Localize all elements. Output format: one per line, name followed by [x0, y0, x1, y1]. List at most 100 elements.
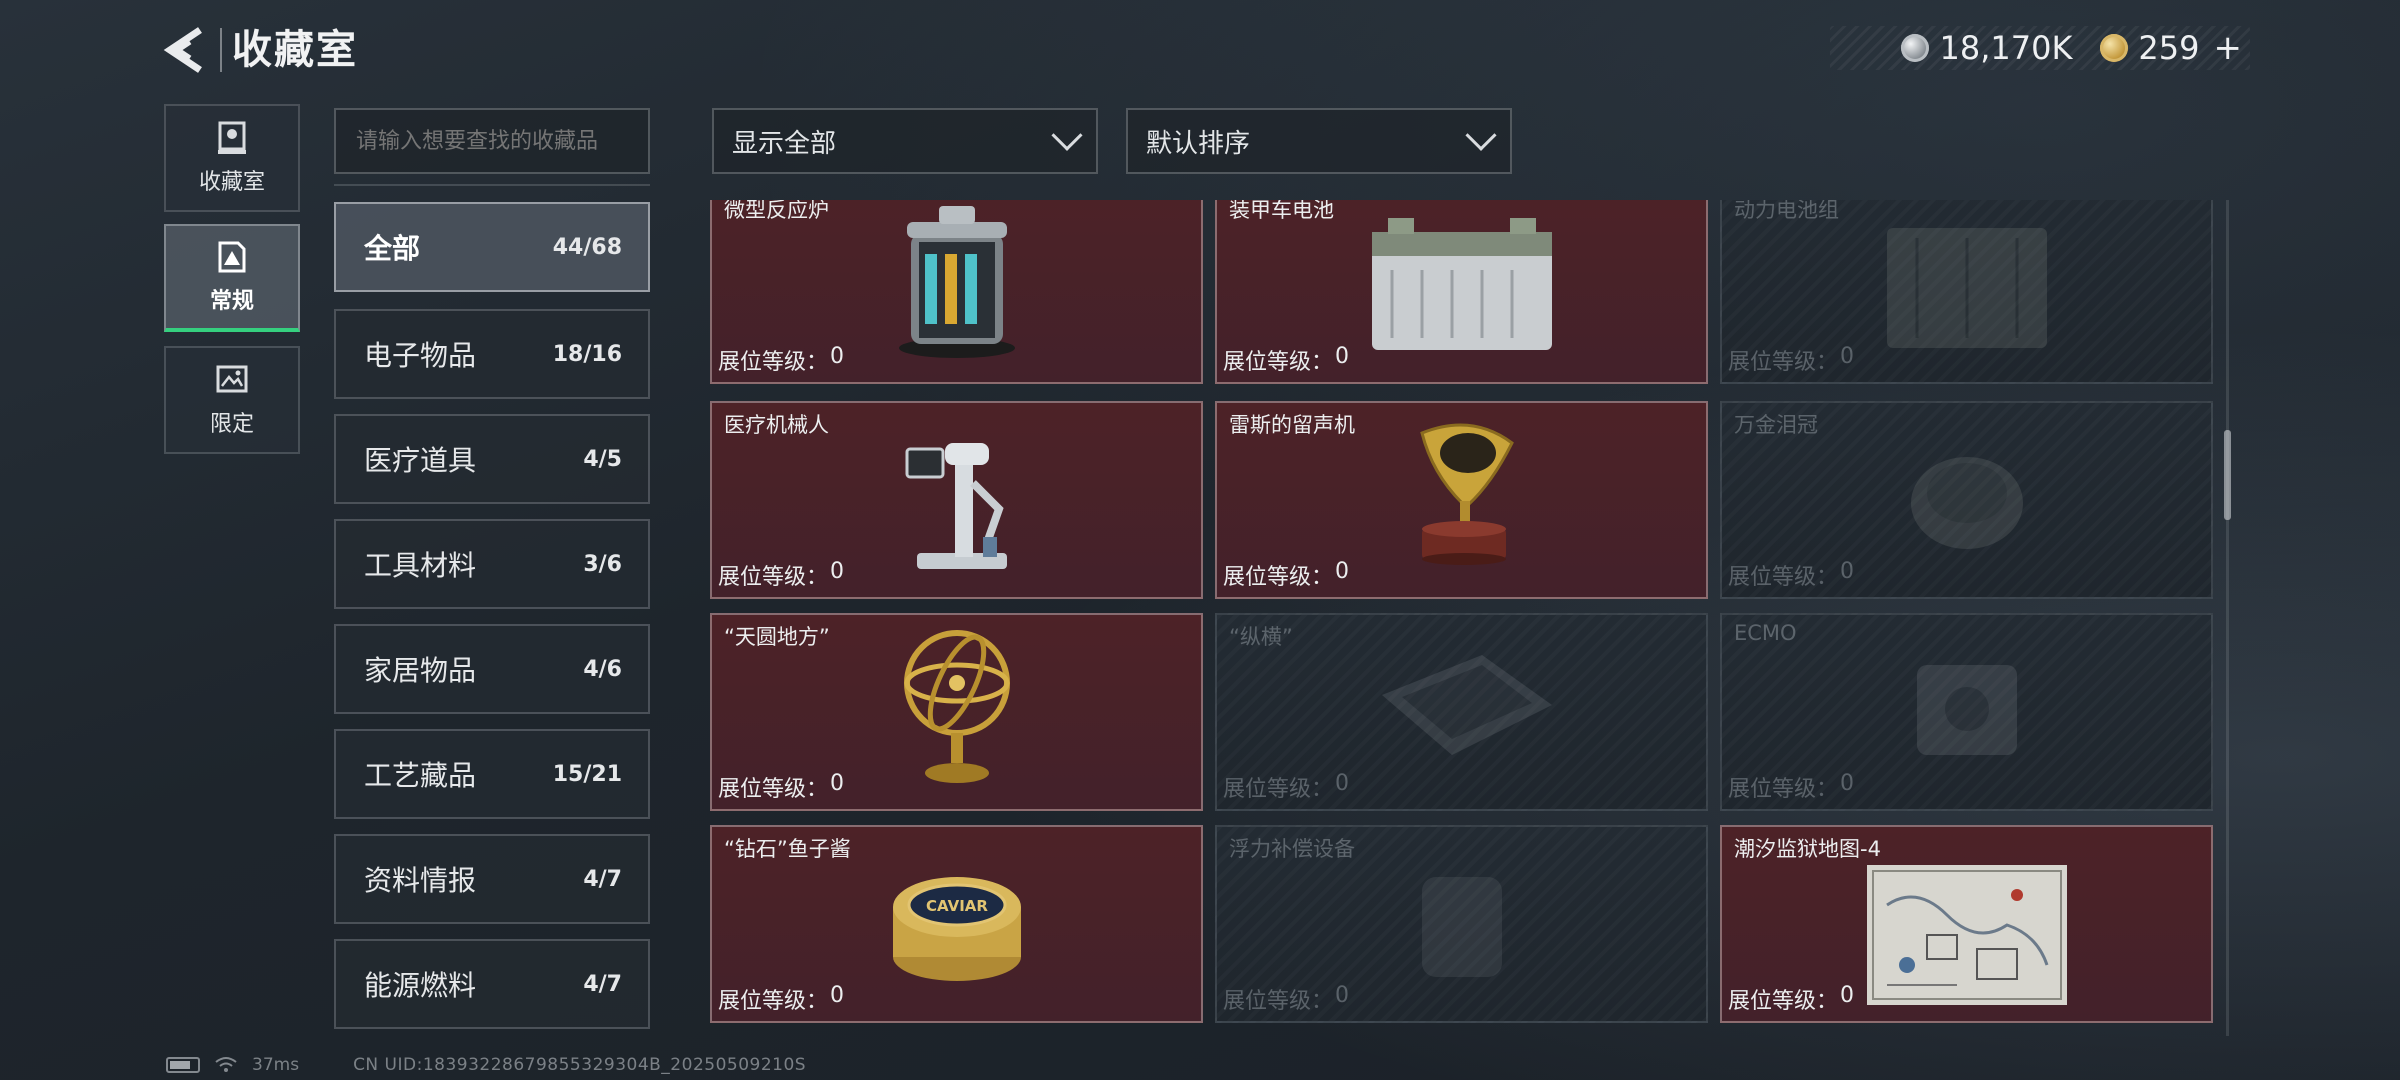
- level-label: 展位等级：: [1728, 350, 1839, 375]
- tab-collection-room[interactable]: 收藏室: [164, 104, 300, 212]
- sort-value: 默认排序: [1146, 128, 1251, 159]
- category-count: 15/21: [552, 761, 622, 787]
- level-label: 展位等级：: [1223, 565, 1334, 590]
- ecmo-machine-icon: [1916, 665, 2017, 755]
- category-count: 4/6: [583, 656, 622, 682]
- collection-card[interactable]: 万金泪冠 展位等级： 0: [1720, 401, 2213, 599]
- collection-card[interactable]: 医疗机械人 展位等级： 0: [710, 401, 1203, 599]
- collection-card[interactable]: ECMO 展位等级： 0: [1720, 613, 2213, 811]
- grid-scrollbar[interactable]: [2224, 430, 2231, 520]
- category-intel[interactable]: 资料情报 4/7: [334, 834, 650, 924]
- category-name: 全部: [364, 232, 421, 265]
- gold-coin-icon: [2100, 34, 2129, 62]
- level-label: 展位等级：: [1728, 989, 1839, 1014]
- currency-bar: 18,170K 259 +: [1830, 26, 2250, 70]
- collection-card[interactable]: 微型反应炉 展位等级： 0: [710, 200, 1203, 384]
- sort-dropdown[interactable]: 默认排序: [1126, 108, 1512, 174]
- item-title: 微型反应炉: [724, 200, 829, 222]
- level-label: 展位等级：: [1728, 565, 1839, 590]
- add-currency-button[interactable]: +: [2214, 28, 2243, 68]
- wifi-icon: [215, 1057, 237, 1072]
- power-battery-pack-icon: [1886, 228, 2047, 348]
- level-value: 0: [830, 344, 845, 369]
- warning-card-icon: [218, 241, 246, 273]
- level-row: 展位等级： 0: [1223, 983, 1349, 1015]
- level-value: 0: [1840, 983, 1855, 1008]
- level-label: 展位等级：: [1223, 777, 1334, 802]
- item-title: 万金泪冠: [1734, 413, 1818, 437]
- item-title: “钻石”鱼子酱: [724, 837, 851, 861]
- category-divider: [334, 184, 650, 186]
- buoyancy-device-icon: [1421, 877, 1502, 977]
- category-household[interactable]: 家居物品 4/6: [334, 624, 650, 714]
- item-title: “天圆地方”: [724, 625, 830, 649]
- collection-card[interactable]: 动力电池组 展位等级： 0: [1720, 200, 2213, 384]
- display-filter-dropdown[interactable]: 显示全部: [712, 108, 1098, 174]
- ping-value: 37ms: [252, 1055, 300, 1075]
- level-value: 0: [1840, 559, 1855, 584]
- category-electronics[interactable]: 电子物品 18/16: [334, 309, 650, 399]
- item-title: 动力电池组: [1734, 200, 1839, 222]
- category-tools[interactable]: 工具材料 3/6: [334, 519, 650, 609]
- prison-map-icon: [1866, 865, 2067, 1005]
- category-name: 医疗道具: [364, 444, 477, 477]
- trophy-case-icon: [218, 121, 246, 154]
- tab-label: 限定: [209, 412, 254, 437]
- collection-card[interactable]: CAVIAR “钻石”鱼子酱 展位等级： 0: [710, 825, 1203, 1023]
- gramophone-icon: [1419, 423, 1514, 565]
- item-title: 装甲车电池: [1229, 200, 1334, 222]
- battery-icon: [166, 1057, 200, 1073]
- tab-limited[interactable]: 限定: [164, 346, 300, 454]
- category-count: 3/6: [583, 551, 622, 577]
- category-name: 电子物品: [364, 339, 477, 372]
- category-medical[interactable]: 医疗道具 4/5: [334, 414, 650, 504]
- category-count: 18/16: [552, 341, 622, 367]
- chevron-down-icon: [1051, 119, 1083, 151]
- caviar-label: CAVIAR: [926, 897, 988, 915]
- level-label: 展位等级：: [1223, 989, 1334, 1014]
- armillary-sphere-icon: [903, 630, 1010, 783]
- category-name: 工具材料: [364, 549, 477, 582]
- level-value: 0: [1335, 771, 1350, 796]
- collection-card[interactable]: 浮力补偿设备 展位等级： 0: [1215, 825, 1708, 1023]
- collection-card[interactable]: 潮汐监狱地图-4 展位等级： 0: [1720, 825, 2213, 1023]
- item-title: 雷斯的留声机: [1229, 413, 1355, 437]
- tab-label: 收藏室: [198, 170, 265, 195]
- chevron-down-icon: [1465, 119, 1497, 151]
- category-count: 4/5: [583, 446, 622, 472]
- collection-card[interactable]: “纵横” 展位等级： 0: [1215, 613, 1708, 811]
- back-arrow-icon: [163, 27, 202, 73]
- display-filter-value: 显示全部: [732, 128, 837, 159]
- level-label: 展位等级：: [1728, 777, 1839, 802]
- collection-card[interactable]: 装甲车电池 展位等级： 0: [1215, 200, 1708, 384]
- level-value: 0: [1335, 344, 1350, 369]
- micro-reactor-icon: [898, 206, 1015, 358]
- level-value: 0: [1840, 344, 1855, 369]
- silver-currency-value: 18,170K: [1939, 29, 2073, 67]
- level-value: 0: [830, 983, 845, 1008]
- back-button[interactable]: [160, 22, 208, 78]
- category-energy[interactable]: 能源燃料 4/7: [334, 939, 650, 1029]
- level-label: 展位等级：: [718, 565, 829, 590]
- header-divider: [220, 28, 222, 72]
- level-row: 展位等级： 0: [718, 344, 844, 376]
- caviar-tin-icon: CAVIAR: [892, 877, 1021, 981]
- gold-currency-value: 259: [2138, 29, 2200, 67]
- level-row: 展位等级： 0: [1728, 344, 1854, 376]
- crown-icon: [1910, 457, 2023, 549]
- search-input[interactable]: [334, 108, 650, 174]
- category-all[interactable]: 全部 44/68: [334, 202, 650, 292]
- category-crafts[interactable]: 工艺藏品 15/21: [334, 729, 650, 819]
- item-title: 浮力补偿设备: [1229, 837, 1355, 861]
- collection-grid: 微型反应炉 展位等级： 0 装甲车电池 展位等级： 0 动力电池组 展位等级： …: [710, 200, 2215, 1036]
- level-value: 0: [1840, 771, 1855, 796]
- category-name: 工艺藏品: [364, 759, 477, 792]
- collection-card[interactable]: 雷斯的留声机 展位等级： 0: [1215, 401, 1708, 599]
- item-title: ECMO: [1734, 621, 1797, 645]
- level-value: 0: [1335, 559, 1350, 584]
- level-row: 展位等级： 0: [1223, 771, 1349, 803]
- uid-text: CN UID:18393228679855329304B_20250509210…: [353, 1055, 807, 1075]
- tab-regular[interactable]: 常规: [164, 224, 300, 332]
- collection-card[interactable]: “天圆地方” 展位等级： 0: [710, 613, 1203, 811]
- category-name: 资料情报: [364, 864, 477, 897]
